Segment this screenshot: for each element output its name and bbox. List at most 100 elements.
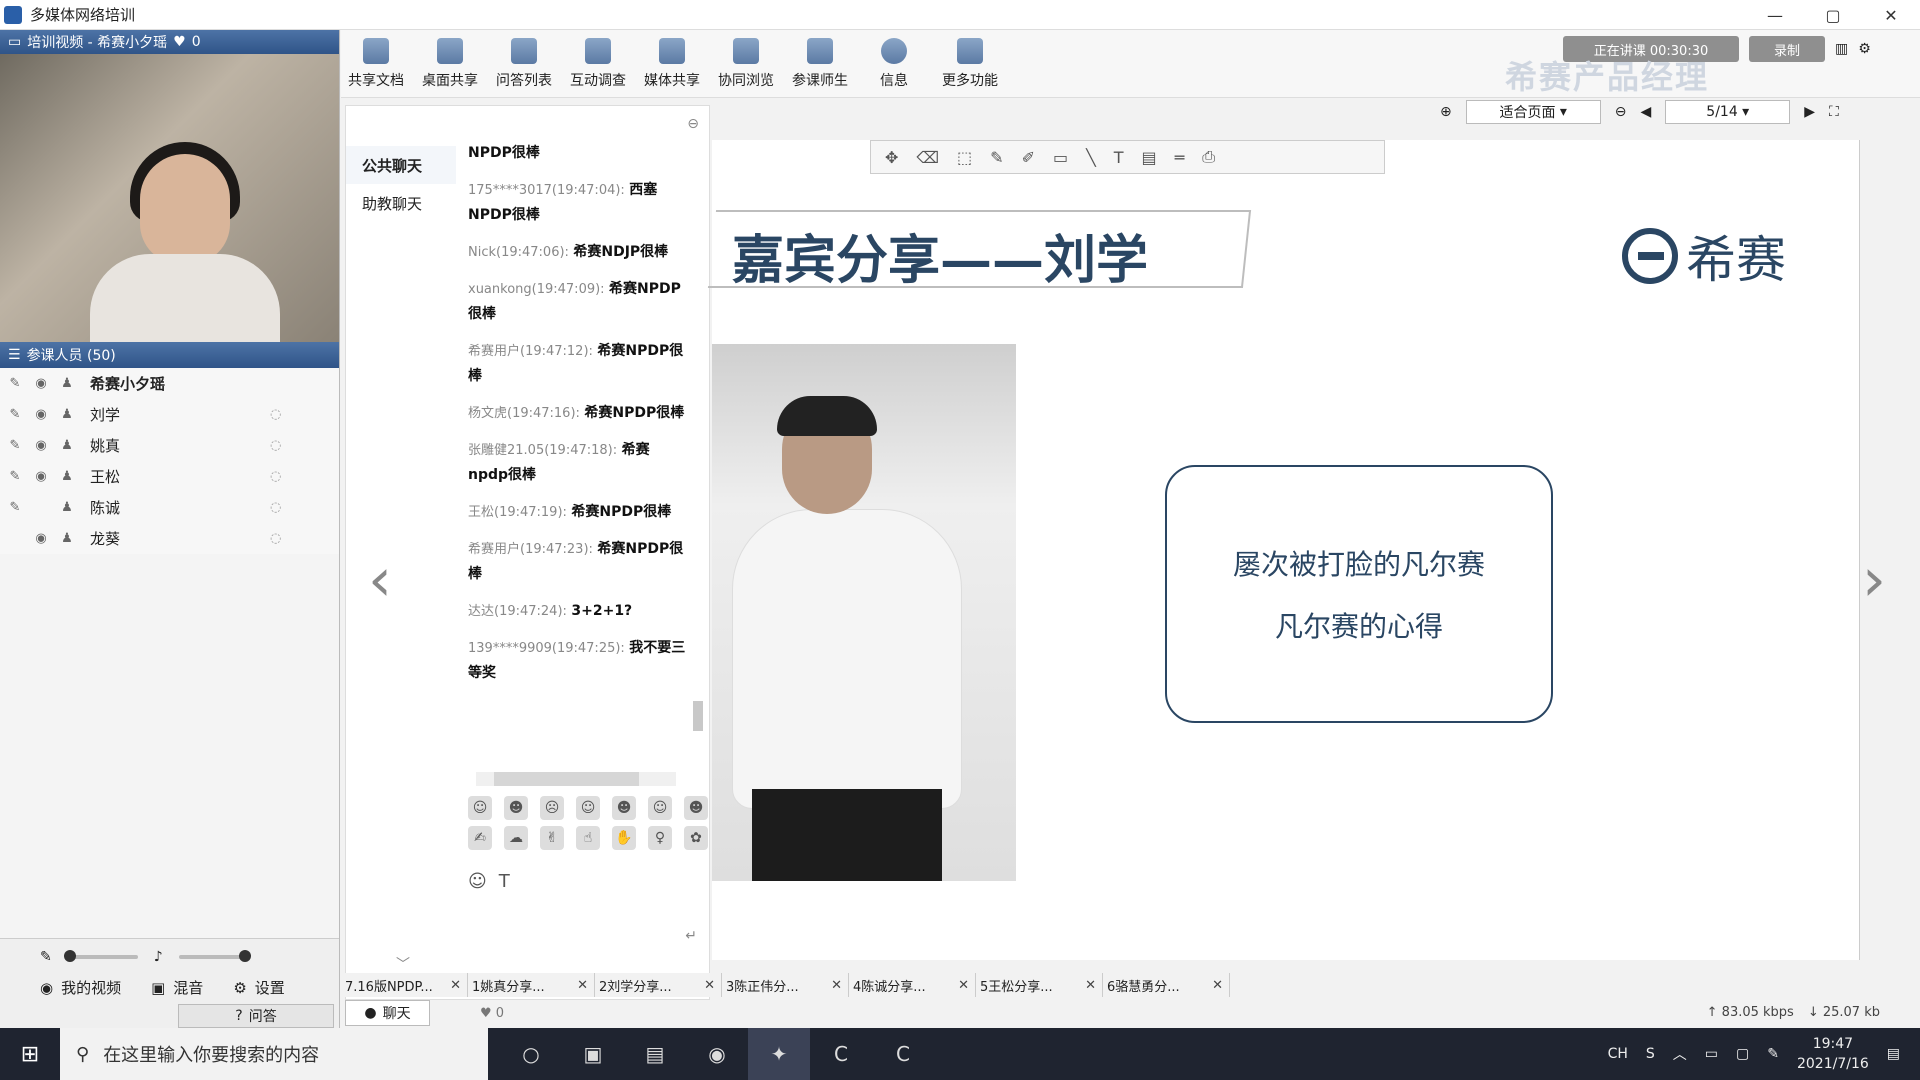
mic-volume-slider[interactable] [63, 950, 138, 962]
list-item[interactable]: ◉ ♟ 龙葵 ◌ [0, 523, 339, 554]
toolbar-cobrowse-button[interactable]: 协同浏览 [711, 38, 781, 90]
toolbar-desktop-share-button[interactable]: 桌面共享 [415, 38, 485, 90]
settings-button[interactable]: ⚙ 设置 [233, 977, 284, 998]
fit-select[interactable]: 适合页面 ▾ [1465, 100, 1601, 124]
speaker-volume-slider[interactable] [178, 950, 251, 962]
camera-icon[interactable]: ◉ [32, 437, 50, 455]
mic-icon[interactable]: ✎ [6, 406, 24, 424]
emoji-icon[interactable]: ☹ [540, 796, 564, 820]
heart-icon[interactable]: ♥ [173, 34, 186, 50]
doc-tab[interactable]: 1姚真分享... ✕ [468, 973, 595, 997]
collapse-icon[interactable]: ⊖ [687, 116, 699, 132]
mic-icon[interactable]: ✎ [6, 499, 24, 517]
network-icon[interactable]: ▢ [1736, 1046, 1749, 1062]
rectangle-icon[interactable]: ▭ [1053, 148, 1068, 167]
toolbar-survey-button[interactable]: 互动调查 [563, 38, 633, 90]
chat-scrollbar[interactable] [691, 161, 705, 761]
chevron-down-icon[interactable]: ﹀ [396, 954, 410, 974]
doc-tab[interactable]: 5王松分享... ✕ [976, 973, 1103, 997]
close-icon[interactable]: ✕ [450, 978, 461, 993]
chat-horizontal-scrollbar[interactable] [476, 772, 676, 786]
next-page-icon[interactable]: ▶ [1804, 104, 1815, 120]
mic-icon[interactable]: ✎ [6, 437, 24, 455]
clock[interactable]: 19:47 2021/7/16 [1797, 1034, 1869, 1074]
camera-icon[interactable]: ◉ [32, 406, 50, 424]
text-icon[interactable]: T [1114, 148, 1124, 167]
zoom-out-icon[interactable]: ⊖ [1615, 104, 1627, 120]
chat-bubble-icon[interactable]: ◌ [270, 500, 281, 515]
highlighter-icon[interactable]: ✐ [1022, 148, 1035, 167]
list-item[interactable]: ✎ ◉ ♟ 王松 ◌ [0, 461, 339, 492]
tab-assistant-chat[interactable]: 助教聊天 [346, 184, 456, 222]
toolbar-info-button[interactable]: 信息 [859, 38, 929, 90]
eraser-icon[interactable]: ⌫ [916, 148, 939, 167]
toolbar-media-share-button[interactable]: 媒体共享 [637, 38, 707, 90]
ime-indicator[interactable]: CH [1608, 1046, 1628, 1062]
line-icon[interactable]: ╲ [1086, 148, 1096, 167]
close-icon[interactable]: ✕ [1085, 978, 1096, 993]
zoom-in-icon[interactable]: ⊕ [1440, 104, 1452, 120]
tab-chat[interactable]: ● 聊天 [345, 1000, 430, 1026]
chat-bubble-icon[interactable]: ◌ [270, 531, 281, 546]
doc-tab[interactable]: 6骆慧勇分... ✕ [1103, 973, 1230, 997]
toolbar-qa-list-button[interactable]: 问答列表 [489, 38, 559, 90]
member-host[interactable]: ✎ ◉ ♟ 希赛小夕瑶 [0, 368, 339, 399]
tab-qa[interactable]: ? 问答 [178, 1004, 334, 1028]
camera-icon[interactable]: ◉ [32, 468, 50, 486]
close-icon[interactable]: ✕ [577, 978, 588, 993]
chevron-up-icon[interactable]: ︿ [1673, 1044, 1687, 1064]
select-icon[interactable]: ⬚ [957, 148, 972, 167]
emoji-icon[interactable]: ✌ [540, 826, 564, 850]
doc-tab[interactable]: 2刘学分享... ✕ [595, 973, 722, 997]
emoji-icon[interactable]: ☝ [576, 826, 600, 850]
emoji-icon[interactable]: ✿ [684, 826, 708, 850]
meeting-app-icon[interactable]: ✦ [748, 1028, 810, 1080]
close-icon[interactable]: ✕ [1212, 978, 1223, 993]
chat-bubble-icon[interactable]: ◌ [270, 438, 281, 453]
emoji-icon[interactable]: ☺ [648, 796, 672, 820]
battery-icon[interactable]: ▭ [1705, 1046, 1718, 1062]
list-item[interactable]: ✎ ♟ 陈诚 ◌ [0, 492, 339, 523]
undo-icon[interactable]: ═ [1175, 148, 1185, 167]
task-view-icon[interactable]: ○ [500, 1028, 562, 1080]
gear-icon[interactable]: ⚙ [1858, 41, 1871, 57]
emoji-icon[interactable]: ✋ [612, 826, 636, 850]
pen-icon[interactable]: ✎ [990, 148, 1003, 167]
close-icon[interactable]: ✕ [1862, 0, 1920, 30]
emoji-icon[interactable]: ✍ [468, 826, 492, 850]
list-item[interactable]: ✎ ◉ ♟ 姚真 ◌ [0, 430, 339, 461]
my-video-button[interactable]: ◉ 我的视频 [40, 977, 121, 998]
close-icon[interactable]: ✕ [704, 978, 715, 993]
emoji-icon[interactable]: ☻ [504, 796, 528, 820]
browser-icon[interactable]: ◉ [686, 1028, 748, 1080]
taskbar-search[interactable]: ⚲ 在这里输入你要搜索的内容 [60, 1028, 488, 1080]
fullscreen-icon[interactable]: ⛶ [1829, 104, 1839, 120]
mic-icon[interactable]: ✎ [6, 375, 24, 393]
chat-bubble-icon[interactable]: ◌ [270, 469, 281, 484]
chat-bubble-icon[interactable]: ◌ [270, 407, 281, 422]
maximize-icon[interactable]: ▢ [1804, 0, 1862, 30]
app-c2-icon[interactable]: C [872, 1028, 934, 1080]
close-icon[interactable]: ✕ [831, 978, 842, 993]
toolbar-participants-button[interactable]: 参课师生 [785, 38, 855, 90]
smiley-icon[interactable]: ☺ [468, 871, 487, 892]
close-icon[interactable]: ✕ [958, 978, 969, 993]
toolbar-more-button[interactable]: 更多功能 [935, 38, 1005, 90]
app-c-icon[interactable]: C [810, 1028, 872, 1080]
input-method-icon[interactable]: S [1646, 1046, 1655, 1062]
folder-icon[interactable]: ▤ [624, 1028, 686, 1080]
text-format-icon[interactable]: T [499, 871, 510, 892]
tab-public-chat[interactable]: 公共聊天 [346, 146, 456, 184]
list-item[interactable]: ✎ ◉ ♟ 刘学 ◌ [0, 399, 339, 430]
emoji-icon[interactable]: ☁ [504, 826, 528, 850]
notification-icon[interactable]: ▤ [1887, 1046, 1900, 1062]
minimize-icon[interactable]: — [1746, 0, 1804, 30]
emoji-icon[interactable]: ☺ [576, 796, 600, 820]
camera-icon[interactable]: ◉ [32, 530, 50, 548]
camera-icon[interactable]: ◉ [32, 375, 50, 393]
prev-page-icon[interactable]: ◀ [1640, 104, 1651, 120]
next-slide-arrow[interactable]: › [1862, 545, 1886, 615]
record-button[interactable]: 录制 [1749, 36, 1825, 62]
doc-tab[interactable]: 7.16版NPDP... ✕ [341, 973, 468, 997]
doc-tab[interactable]: 4陈诚分享... ✕ [849, 973, 976, 997]
